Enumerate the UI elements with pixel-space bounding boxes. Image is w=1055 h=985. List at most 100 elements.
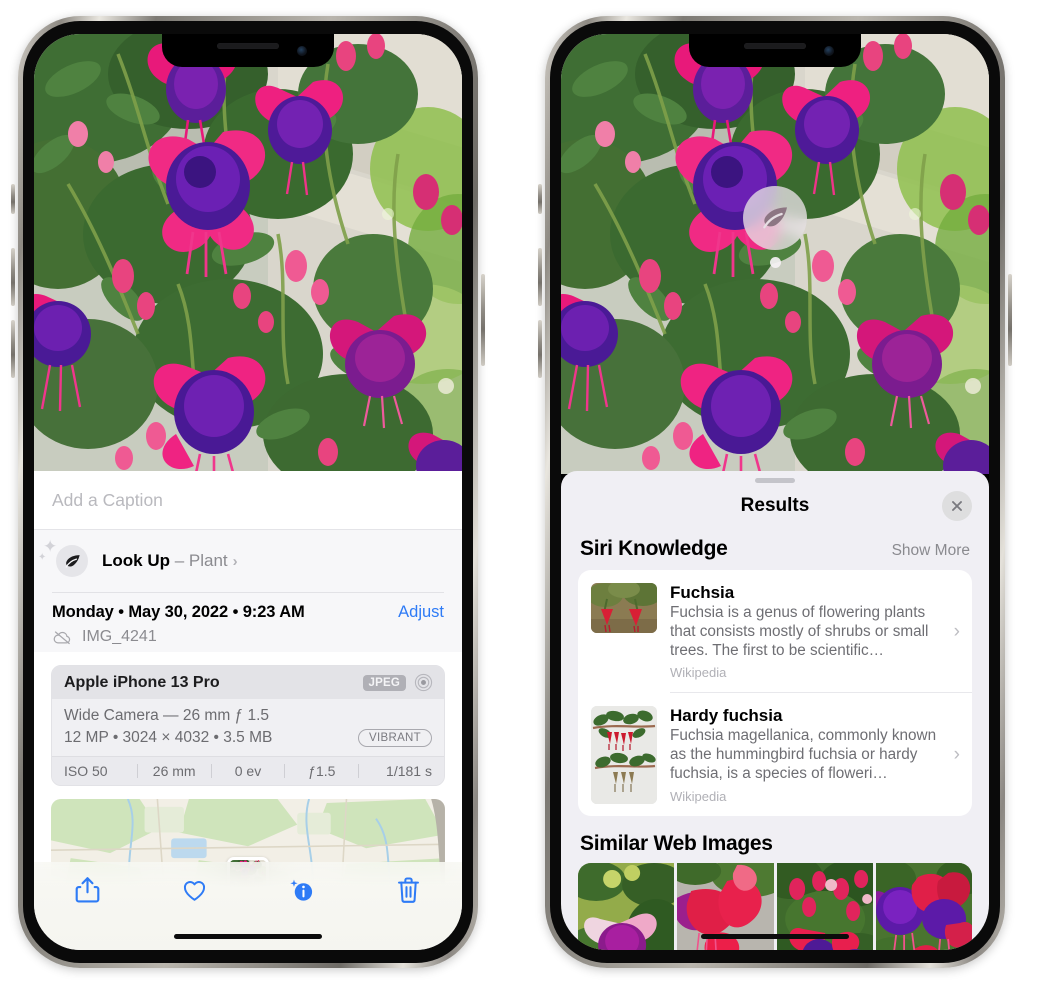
photo-viewer-right[interactable] — [561, 34, 989, 474]
visual-lookup-bubble — [743, 186, 807, 250]
hdr-circle-icon — [414, 673, 433, 692]
filename-row: IMG_4241 — [52, 628, 444, 646]
close-button[interactable] — [942, 491, 972, 521]
photo-info-sheet: Add a Caption ✦ ✦ Look Up – Plant › Mond… — [34, 471, 462, 950]
exif-shutter: 1/181 s — [386, 763, 432, 779]
notch — [689, 34, 861, 67]
capture-date: Monday • May 30, 2022 • 9:23 AM — [52, 603, 305, 621]
look-up-subject: Plant — [188, 551, 228, 570]
earpiece-speaker — [217, 43, 279, 49]
knowledge-source: Wikipedia — [670, 788, 727, 804]
knowledge-description: Fuchsia magellanica, commonly known as t… — [670, 727, 937, 783]
divider — [52, 592, 444, 593]
sparkle-small-icon: ✦ — [38, 552, 47, 563]
section-title-siri-knowledge: Siri Knowledge — [580, 537, 728, 560]
chevron-right-icon: › — [953, 744, 960, 766]
adjust-button[interactable]: Adjust — [398, 603, 444, 622]
date-row: Monday • May 30, 2022 • 9:23 AM Adjust — [52, 603, 444, 622]
volume-down-button[interactable] — [538, 320, 542, 378]
chevron-right-icon: › — [953, 620, 960, 642]
filename-text: IMG_4241 — [82, 628, 157, 645]
volume-up-button[interactable] — [11, 248, 15, 306]
look-up-dash: – — [170, 551, 189, 570]
visual-lookup-badge[interactable] — [743, 186, 807, 268]
home-indicator[interactable] — [701, 934, 849, 939]
photographic-style-badge: VIBRANT — [358, 729, 432, 747]
volume-down-button[interactable] — [11, 320, 15, 378]
caption-placeholder-text: Add a Caption — [52, 489, 163, 510]
share-button[interactable] — [74, 875, 101, 905]
cloud-slash-icon — [53, 630, 71, 644]
exif-exposure: 0 ev — [234, 763, 262, 779]
web-image-1[interactable] — [578, 863, 675, 950]
knowledge-description: Fuchsia is a genus of flowering plants t… — [670, 604, 929, 659]
knowledge-text: Fuchsia Fuchsia is a genus of flowering … — [670, 583, 937, 680]
knowledge-item-hardy-fuchsia[interactable]: Hardy fuchsia Fuchsia magellanica, commo… — [578, 693, 972, 816]
leaf-icon: ✦ ✦ — [38, 537, 88, 577]
device-bezel: Add a Caption ✦ ✦ Look Up – Plant › Mond… — [23, 21, 473, 963]
results-sheet: Results Siri Knowledge Show More Fuchsia… — [561, 471, 989, 950]
mute-switch[interactable] — [11, 184, 15, 214]
camera-info-card[interactable]: Apple iPhone 13 Pro JPEG Wide Camera — 2… — [51, 665, 445, 786]
section-title-similar-web-images: Similar Web Images — [580, 832, 773, 856]
knowledge-thumbnail — [591, 583, 657, 633]
knowledge-text: Hardy fuchsia Fuchsia magellanica, commo… — [670, 706, 937, 803]
screen-right: Results Siri Knowledge Show More Fuchsia… — [561, 34, 989, 950]
info-button[interactable] — [288, 875, 315, 905]
photo-metadata: Monday • May 30, 2022 • 9:23 AM Adjust I… — [34, 592, 462, 652]
show-more-button[interactable]: Show More — [892, 542, 970, 560]
mute-switch[interactable] — [538, 184, 542, 214]
knowledge-source: Wikipedia — [670, 665, 727, 681]
look-up-row[interactable]: ✦ ✦ Look Up – Plant › — [34, 530, 462, 592]
caption-input[interactable]: Add a Caption — [34, 471, 462, 530]
leaf-icon — [763, 207, 787, 229]
similar-web-images-header: Similar Web Images — [561, 816, 989, 863]
home-indicator[interactable] — [174, 934, 322, 939]
photo-viewer-left[interactable] — [34, 34, 462, 474]
trash-icon — [398, 877, 419, 903]
screenshot-stage: Add a Caption ✦ ✦ Look Up – Plant › Mond… — [0, 0, 1055, 985]
front-camera-icon — [297, 46, 307, 56]
camera-card-header: Apple iPhone 13 Pro JPEG — [52, 666, 444, 699]
power-button[interactable] — [1008, 274, 1012, 366]
look-up-label: Look Up – Plant › — [102, 551, 238, 571]
specs-row: 12 MP • 3024 × 4032 • 3.5 MB VIBRANT — [64, 729, 432, 747]
look-up-title: Look Up — [102, 551, 170, 570]
knowledge-item-fuchsia[interactable]: Fuchsia Fuchsia is a genus of flowering … — [578, 570, 972, 692]
chevron-right-icon: › — [232, 553, 238, 570]
close-icon — [952, 501, 962, 511]
info-sparkle-icon — [290, 879, 313, 901]
visual-lookup-dot — [769, 257, 781, 268]
delete-button[interactable] — [395, 875, 422, 905]
knowledge-title: Hardy fuchsia — [670, 706, 783, 726]
iphone-left: Add a Caption ✦ ✦ Look Up – Plant › Mond… — [11, 16, 485, 968]
notch — [162, 34, 334, 67]
front-camera-icon — [824, 46, 834, 56]
camera-model: Apple iPhone 13 Pro — [64, 673, 220, 691]
lens-info: Wide Camera — 26 mm ƒ 1.5 — [64, 707, 270, 724]
siri-knowledge-card: Fuchsia Fuchsia is a genus of flowering … — [578, 570, 972, 817]
results-title: Results — [740, 495, 810, 516]
camera-badges: JPEG — [362, 673, 433, 692]
results-header: Results — [561, 483, 989, 529]
heart-icon — [183, 880, 206, 901]
knowledge-thumbnail — [591, 706, 657, 805]
exif-row: ISO 50 26 mm 0 ev ƒ1.5 1/181 s — [52, 756, 444, 785]
iphone-right: Results Siri Knowledge Show More Fuchsia… — [538, 16, 1012, 968]
power-button[interactable] — [481, 274, 485, 366]
image-specs: 12 MP • 3024 × 4032 • 3.5 MB — [64, 729, 273, 746]
siri-knowledge-header: Siri Knowledge Show More — [561, 529, 989, 570]
device-bezel: Results Siri Knowledge Show More Fuchsia… — [550, 21, 1000, 963]
exif-iso: ISO 50 — [64, 763, 108, 779]
camera-card-body: Wide Camera — 26 mm ƒ 1.5 12 MP • 3024 ×… — [52, 699, 444, 756]
favorite-button[interactable] — [181, 875, 208, 905]
exif-aperture: ƒ1.5 — [308, 763, 336, 779]
exif-focal: 26 mm — [152, 763, 196, 779]
knowledge-title: Fuchsia — [670, 583, 735, 602]
share-icon — [75, 877, 100, 903]
earpiece-speaker — [744, 43, 806, 49]
volume-up-button[interactable] — [538, 248, 542, 306]
leaf-glyph — [65, 554, 80, 568]
format-badge: JPEG — [362, 674, 406, 691]
web-image-4[interactable] — [875, 863, 972, 950]
